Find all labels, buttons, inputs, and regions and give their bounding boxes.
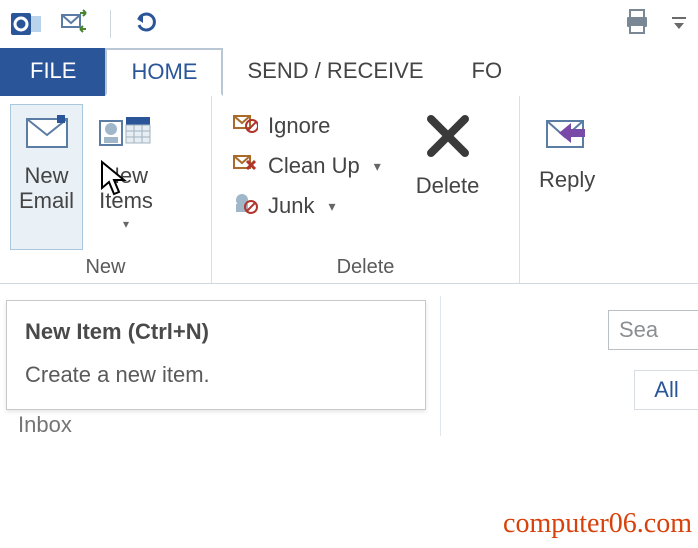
- group-caption-new: New: [10, 250, 201, 279]
- new-items-label: New Items: [99, 163, 153, 214]
- search-placeholder: Sea: [619, 317, 658, 343]
- tab-home[interactable]: HOME: [105, 48, 223, 96]
- delete-x-icon: [423, 111, 473, 167]
- qat-undo-icon[interactable]: [133, 9, 159, 39]
- cleanup-button[interactable]: Clean Up ▾: [228, 150, 385, 182]
- watermark-text: computer06.com: [503, 508, 692, 540]
- new-email-button[interactable]: New Email: [10, 104, 83, 250]
- dropdown-arrow-icon: ▾: [374, 158, 381, 175]
- junk-button[interactable]: Junk ▾: [228, 190, 385, 222]
- quick-access-toolbar: [60, 9, 159, 39]
- tab-send-receive[interactable]: SEND / RECEIVE: [223, 48, 447, 96]
- search-input[interactable]: Sea: [608, 310, 698, 350]
- filter-all-button[interactable]: All: [634, 370, 698, 410]
- reply-button[interactable]: Reply: [530, 104, 604, 273]
- delete-label: Delete: [416, 173, 480, 198]
- junk-label: Junk: [268, 193, 314, 219]
- qat-customize-dropdown-icon[interactable]: [670, 13, 688, 36]
- junk-icon: [232, 192, 258, 220]
- cleanup-label: Clean Up: [268, 153, 360, 179]
- new-items-button[interactable]: New Items ▾: [89, 104, 163, 250]
- group-caption-delete: Delete: [222, 250, 509, 279]
- qat-send-receive-icon[interactable]: [60, 9, 88, 39]
- envelope-icon: [23, 111, 71, 157]
- new-email-label: New Email: [19, 163, 74, 214]
- new-items-icon: [98, 111, 154, 157]
- tooltip-new-item: New Item (Ctrl+N) Create a new item.: [6, 300, 426, 410]
- ribbon-group-delete: Ignore Clean Up ▾: [212, 96, 520, 283]
- filter-all-label: All: [654, 377, 678, 403]
- outlook-app-icon: [10, 8, 42, 40]
- reply-envelope-icon: [541, 111, 593, 161]
- ignore-label: Ignore: [268, 113, 330, 139]
- dropdown-arrow-icon: ▾: [123, 218, 129, 232]
- ribbon-group-new: New Email New Items: [0, 96, 212, 283]
- message-list-area: Sea All: [440, 296, 698, 436]
- reply-label: Reply: [539, 167, 595, 192]
- qat-separator: [110, 10, 111, 38]
- cleanup-icon: [232, 152, 258, 180]
- ignore-icon: [232, 112, 258, 140]
- tab-folder[interactable]: FO: [448, 48, 509, 96]
- ribbon-group-respond: Reply: [520, 96, 698, 283]
- title-bar: [0, 0, 698, 48]
- qat-print-icon[interactable]: [622, 7, 652, 41]
- dropdown-arrow-icon: ▾: [328, 198, 335, 215]
- tooltip-title: New Item (Ctrl+N): [25, 315, 407, 348]
- tab-file[interactable]: FILE: [0, 48, 106, 96]
- ignore-button[interactable]: Ignore: [228, 110, 385, 142]
- delete-button[interactable]: Delete: [407, 104, 489, 250]
- tooltip-description: Create a new item.: [25, 358, 407, 391]
- group-caption-respond: [530, 273, 688, 279]
- ribbon: New Email New Items: [0, 96, 698, 284]
- ribbon-tabs: FILE HOME SEND / RECEIVE FO: [0, 48, 698, 96]
- nav-inbox[interactable]: Inbox: [18, 412, 72, 438]
